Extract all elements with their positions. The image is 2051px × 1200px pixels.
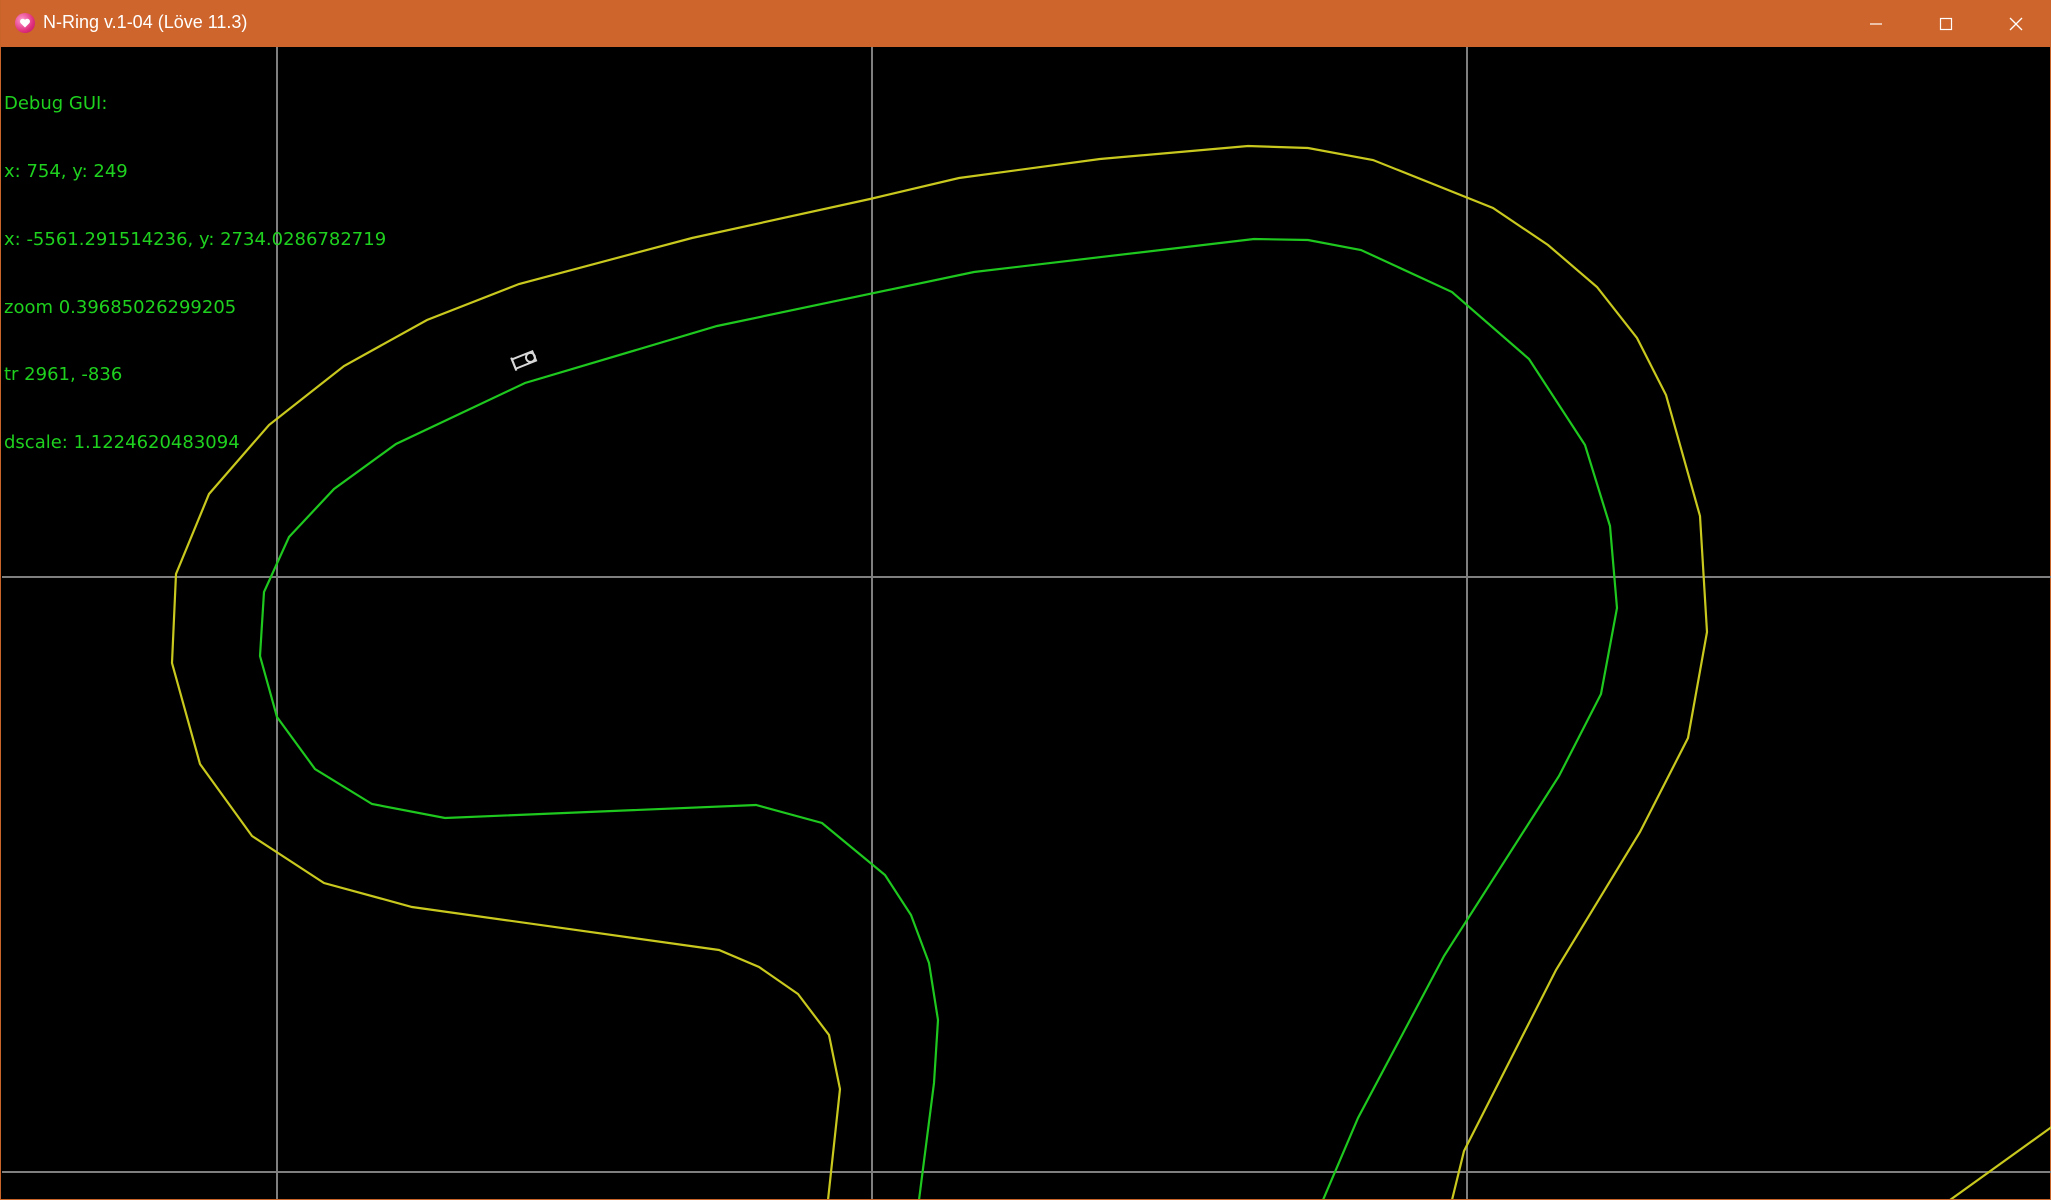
maximize-button[interactable] [1911, 0, 1981, 47]
debug-translate: tr 2961, -836 [4, 364, 123, 386]
love-heart-icon [15, 13, 35, 33]
maximize-icon [1939, 17, 1953, 30]
minimize-icon [1870, 22, 1882, 25]
close-button[interactable] [1981, 0, 2051, 47]
inner-track-border [258, 237, 1619, 1199]
debug-world-position: x: -5561.291514236, y: 2734.0286782719 [4, 228, 387, 250]
debug-gui: Debug GUI: x: 754, y: 249 x: -5561.29151… [4, 48, 386, 500]
minimize-button[interactable] [1841, 0, 1911, 47]
outer-track-border-segment [1949, 1126, 2051, 1199]
app-window: N-Ring v.1-04 (Löve 11.3) Debug GUI: x: … [0, 0, 2051, 1200]
debug-mouse-position: x: 754, y: 249 [4, 160, 128, 182]
title-bar[interactable]: N-Ring v.1-04 (Löve 11.3) [1, 0, 2051, 47]
debug-zoom: zoom 0.39685026299205 [4, 296, 237, 318]
debug-header: Debug GUI: [4, 93, 108, 115]
outer-track-border [170, 144, 1709, 1199]
debug-dscale: dscale: 1.1224620483094 [4, 432, 240, 454]
player-car [510, 349, 538, 371]
window-title: N-Ring v.1-04 (Löve 11.3) [43, 12, 248, 32]
close-icon [2009, 17, 2023, 30]
